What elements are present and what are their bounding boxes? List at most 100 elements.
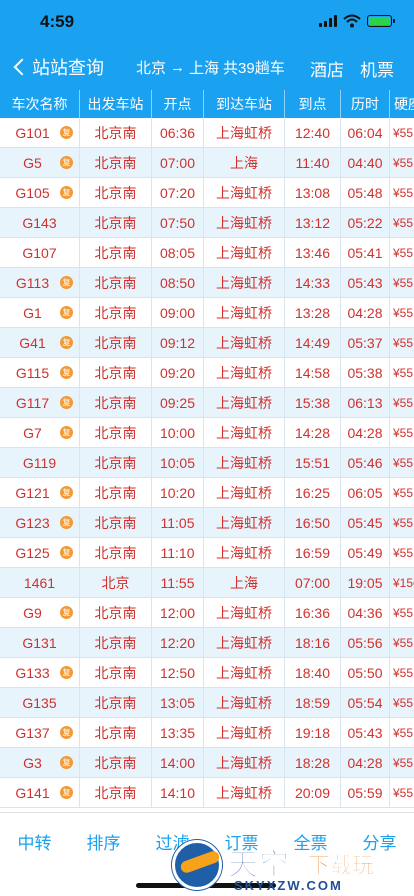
table-row[interactable]: G5 复 北京南 07:00 上海 11:40 04:40 ¥55 — [0, 148, 414, 178]
hard-seat-price: ¥55 — [393, 665, 414, 680]
column-header-duration[interactable]: 历时 — [341, 90, 390, 118]
departure-station-cell: 北京南 — [80, 358, 152, 387]
arrival-time: 18:28 — [294, 754, 331, 771]
table-row[interactable]: 1461 北京 11:55 上海 07:00 19:05 ¥156. — [0, 568, 414, 598]
train-number: G131 — [22, 634, 57, 651]
table-row[interactable]: G135 北京南 13:05 上海虹桥 18:59 05:54 ¥55 — [0, 688, 414, 718]
table-row[interactable]: G123 复 北京南 11:05 上海虹桥 16:50 05:45 ¥55 — [0, 508, 414, 538]
column-header-to[interactable]: 到达车站 — [204, 90, 285, 118]
arrival-time: 14:33 — [294, 274, 331, 291]
duration: 04:40 — [347, 154, 383, 171]
table-row[interactable]: G105 复 北京南 07:20 上海虹桥 13:08 05:48 ¥55 — [0, 178, 414, 208]
train-number: G121 — [15, 484, 50, 501]
hard-seat-price-cell: ¥55 — [390, 148, 414, 177]
departure-station-cell: 北京南 — [80, 298, 152, 327]
train-number: G141 — [15, 784, 50, 801]
transfer-tab[interactable]: 中转 — [18, 829, 52, 854]
train-number-cell: G133 复 — [0, 658, 80, 687]
hard-seat-price: ¥55 — [393, 245, 414, 260]
arrival-station-cell: 上海虹桥 — [204, 478, 285, 507]
duration-cell: 05:41 — [341, 238, 390, 267]
arrival-time-cell: 14:58 — [285, 358, 341, 387]
table-row[interactable]: G131 北京南 12:20 上海虹桥 18:16 05:56 ¥55 — [0, 628, 414, 658]
route-summary: 共39趟车 — [223, 60, 285, 77]
hard-seat-price-cell: ¥55 — [390, 388, 414, 417]
duration: 06:05 — [347, 484, 383, 501]
hard-seat-price-cell: ¥55 — [390, 418, 414, 447]
arrival-time-cell: 12:40 — [285, 118, 341, 147]
train-number: G3 — [23, 754, 42, 771]
table-row[interactable]: G41 复 北京南 09:12 上海虹桥 14:49 05:37 ¥55 — [0, 328, 414, 358]
table-row[interactable]: G125 复 北京南 11:10 上海虹桥 16:59 05:49 ¥55 — [0, 538, 414, 568]
table-row[interactable]: G115 复 北京南 09:20 上海虹桥 14:58 05:38 ¥55 — [0, 358, 414, 388]
arrival-station-cell: 上海虹桥 — [204, 778, 285, 807]
column-header-hard-seat[interactable]: 硬座 — [390, 90, 414, 118]
column-header-arrival[interactable]: 到点 — [285, 90, 341, 118]
hard-seat-price-cell: ¥55 — [390, 208, 414, 237]
table-row[interactable]: G113 复 北京南 08:50 上海虹桥 14:33 05:43 ¥55 — [0, 268, 414, 298]
table-row[interactable]: G101 复 北京南 06:36 上海虹桥 12:40 06:04 ¥55 — [0, 118, 414, 148]
arrival-station: 上海虹桥 — [216, 274, 272, 291]
arrival-station-cell: 上海 — [204, 568, 285, 597]
table-row[interactable]: G117 复 北京南 09:25 上海虹桥 15:38 06:13 ¥55 — [0, 388, 414, 418]
hard-seat-price: ¥55 — [393, 455, 414, 470]
hard-seat-price: ¥156. — [393, 575, 414, 590]
train-number: G113 — [15, 274, 50, 291]
hotel-button[interactable]: 酒店 — [310, 56, 344, 81]
departure-time: 07:00 — [159, 154, 196, 171]
fuxing-badge-icon: 复 — [60, 786, 73, 799]
arrival-time-cell: 16:36 — [285, 598, 341, 627]
table-row[interactable]: G119 北京南 10:05 上海虹桥 15:51 05:46 ¥55 — [0, 448, 414, 478]
arrival-time: 16:36 — [294, 604, 331, 621]
table-row[interactable]: G141 复 北京南 14:10 上海虹桥 20:09 05:59 ¥55 — [0, 778, 414, 808]
table-row[interactable]: G9 复 北京南 12:00 上海虹桥 16:36 04:36 ¥55 — [0, 598, 414, 628]
table-row[interactable]: G137 复 北京南 13:35 上海虹桥 19:18 05:43 ¥55 — [0, 718, 414, 748]
table-row[interactable]: G133 复 北京南 12:50 上海虹桥 18:40 05:50 ¥55 — [0, 658, 414, 688]
departure-station: 北京南 — [94, 184, 137, 201]
route-from: 北京 — [136, 60, 167, 77]
column-header-from[interactable]: 出发车站 — [80, 90, 152, 118]
hard-seat-price: ¥55 — [393, 335, 414, 350]
arrival-station-cell: 上海虹桥 — [204, 628, 285, 657]
departure-time: 14:00 — [159, 754, 196, 771]
arrival-time-cell: 18:28 — [285, 748, 341, 777]
table-row[interactable]: G7 复 北京南 10:00 上海虹桥 14:28 04:28 ¥55 — [0, 418, 414, 448]
departure-station-cell: 北京南 — [80, 508, 152, 537]
duration: 05:46 — [347, 454, 383, 471]
departure-time-cell: 07:50 — [152, 208, 204, 237]
train-number-cell: G137 复 — [0, 718, 80, 747]
table-row[interactable]: G121 复 北京南 10:20 上海虹桥 16:25 06:05 ¥55 — [0, 478, 414, 508]
sort-tab[interactable]: 排序 — [87, 829, 121, 854]
arrival-station-cell: 上海 — [204, 148, 285, 177]
column-header-train[interactable]: 车次名称 — [0, 90, 80, 118]
fuxing-badge-icon: 复 — [60, 546, 73, 559]
table-row[interactable]: G1 复 北京南 09:00 上海虹桥 13:28 04:28 ¥55 — [0, 298, 414, 328]
hard-seat-price: ¥55 — [393, 185, 414, 200]
back-button[interactable]: 站站查询 — [10, 54, 104, 80]
arrival-station: 上海虹桥 — [216, 454, 272, 471]
hard-seat-price-cell: ¥55 — [390, 538, 414, 567]
arrival-time: 16:25 — [294, 484, 331, 501]
wifi-icon — [343, 14, 361, 28]
table-header: 车次名称 出发车站 开点 到达车站 到点 历时 硬座 — [0, 90, 414, 118]
departure-station-cell: 北京南 — [80, 688, 152, 717]
departure-station: 北京南 — [94, 394, 137, 411]
flight-button[interactable]: 机票 — [360, 56, 394, 81]
table-row[interactable]: G143 北京南 07:50 上海虹桥 13:12 05:22 ¥55 — [0, 208, 414, 238]
arrival-station-cell: 上海虹桥 — [204, 178, 285, 207]
hard-seat-price: ¥55 — [393, 515, 414, 530]
table-row[interactable]: G107 北京南 08:05 上海虹桥 13:46 05:41 ¥55 — [0, 238, 414, 268]
departure-station: 北京南 — [94, 124, 137, 141]
duration: 05:48 — [347, 184, 383, 201]
arrival-time: 18:59 — [294, 694, 331, 711]
duration-cell: 06:05 — [341, 478, 390, 507]
hard-seat-price: ¥55 — [393, 755, 414, 770]
departure-station: 北京南 — [94, 544, 137, 561]
table-row[interactable]: G3 复 北京南 14:00 上海虹桥 18:28 04:28 ¥55 — [0, 748, 414, 778]
departure-time: 08:05 — [159, 244, 196, 261]
column-header-departure[interactable]: 开点 — [152, 90, 204, 118]
arrival-time: 11:40 — [295, 154, 330, 171]
arrival-time: 16:50 — [294, 514, 331, 531]
train-number: G135 — [22, 694, 57, 711]
arrival-station: 上海虹桥 — [216, 784, 272, 801]
